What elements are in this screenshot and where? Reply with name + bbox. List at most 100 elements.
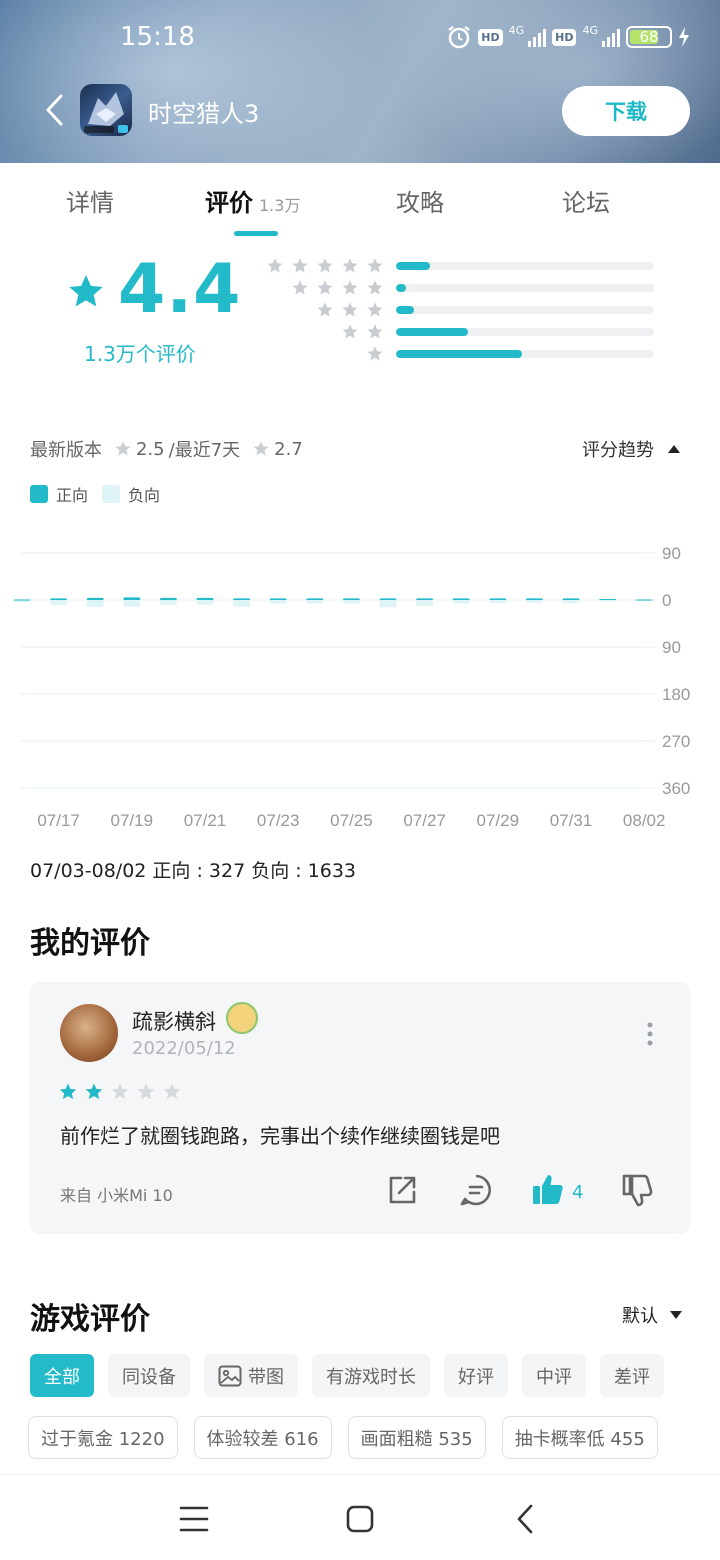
bar-negative: [86, 600, 104, 607]
filter-playtime[interactable]: 有游戏时长: [312, 1354, 430, 1397]
y-tick-label: 0: [662, 591, 671, 610]
bar-positive: [50, 598, 68, 600]
system-nav-bar: [0, 1474, 720, 1560]
legend-negative: 负向: [102, 482, 160, 506]
bar-negative: [306, 600, 324, 604]
latest-version-score: 2.5: [136, 438, 165, 460]
distribution-row-1: [260, 345, 660, 363]
star-icon: [292, 258, 308, 273]
legend-negative-label: 负向: [128, 486, 161, 505]
tag-item[interactable]: 抽卡概率低 455: [501, 1416, 658, 1459]
comment-icon[interactable]: [458, 1172, 494, 1208]
legend-positive-label: 正向: [56, 486, 89, 505]
distribution-stars: [291, 279, 384, 297]
star-filled-icon: [85, 1083, 103, 1100]
bar-positive: [562, 598, 580, 600]
bar-positive: [306, 598, 324, 600]
tag-item[interactable]: 体验较差 616: [193, 1416, 332, 1459]
image-icon: [218, 1365, 242, 1386]
battery-level: 68: [639, 28, 659, 46]
distribution-row-5: [260, 257, 660, 275]
trend-summary: 07/03-08/02 正向 : 327 负向 : 1633: [30, 860, 357, 882]
star-icon: [367, 302, 383, 317]
bar-negative: [233, 600, 251, 607]
filter-with-image[interactable]: 带图: [204, 1354, 298, 1397]
tag-item[interactable]: 画面粗糙 535: [347, 1416, 486, 1459]
distribution-stars: [266, 257, 384, 275]
filter-same-device[interactable]: 同设备: [108, 1354, 190, 1397]
reviewer-name[interactable]: 疏影横斜: [132, 1006, 216, 1036]
home-icon[interactable]: [340, 1499, 380, 1539]
review-filters: 全部 同设备 带图 有游戏时长 好评 中评 差评: [30, 1354, 664, 1397]
distribution-stars: [316, 301, 384, 319]
x-tick-label: 07/25: [330, 811, 373, 830]
star-icon: [342, 324, 358, 339]
hd-badge-2: HD: [552, 28, 577, 46]
legend-positive: 正向: [30, 482, 88, 506]
bar-positive: [196, 597, 214, 600]
tab-details[interactable]: 详情: [66, 183, 114, 218]
bar-negative: [342, 600, 360, 604]
game-reviews-title: 游戏评价: [30, 1302, 150, 1337]
distribution-bar: [396, 328, 654, 336]
app-icon[interactable]: [80, 84, 132, 136]
bar-positive: [416, 598, 434, 600]
tab-reviews-label: 评价: [205, 189, 253, 217]
x-tick-label: 07/23: [257, 811, 300, 830]
my-review-card: 疏影横斜 2022/05/12 前作烂了就圈钱跑路，完事出个续作继续圈钱是吧 来…: [30, 982, 690, 1234]
filter-positive[interactable]: 好评: [444, 1354, 508, 1397]
version-rating-line: 最新版本 2.5 /最近7天 2.7: [30, 436, 303, 462]
caret-down-icon: [670, 1311, 682, 1319]
sort-dropdown[interactable]: 默认: [622, 1302, 682, 1328]
bar-negative: [525, 600, 543, 603]
y-tick-label: 360: [662, 779, 690, 798]
back-arrow-icon[interactable]: [38, 92, 74, 128]
rating-trend-chart: 90 0 90 180 270 360 07/17 07/19 07/21 07/23 07/25 0…: [13, 544, 690, 830]
x-tick-label: 07/21: [184, 811, 227, 830]
thumbs-up-icon[interactable]: [530, 1172, 566, 1208]
avatar[interactable]: [60, 1004, 118, 1062]
tag-item[interactable]: 过于氪金 1220: [28, 1416, 178, 1459]
star-icon: [367, 324, 383, 339]
x-tick-label: 07/31: [550, 811, 593, 830]
bar-positive: [269, 598, 287, 600]
filter-neutral[interactable]: 中评: [522, 1354, 586, 1397]
rating-trend-toggle[interactable]: 评分趋势: [582, 436, 680, 462]
star-empty-icon: [137, 1083, 155, 1100]
bar-positive: [599, 598, 617, 600]
distribution-stars: [341, 323, 384, 341]
star-empty-icon: [163, 1083, 181, 1100]
share-icon[interactable]: [384, 1172, 420, 1208]
back-icon[interactable]: [506, 1499, 546, 1539]
bar-negative: [50, 600, 68, 606]
bar-positive: [379, 598, 397, 600]
bar-negative: [269, 600, 287, 604]
star-icon: [367, 258, 383, 273]
status-icons: HD 4G HD 4G 68: [446, 24, 690, 50]
tab-forum[interactable]: 论坛: [562, 183, 610, 218]
star-filled-icon: [59, 1083, 77, 1100]
menu-icon[interactable]: [174, 1499, 214, 1539]
star-icon: [367, 346, 383, 361]
download-button[interactable]: 下载: [562, 86, 690, 136]
x-tick-label: 07/27: [403, 811, 446, 830]
distribution-row-4: [260, 279, 660, 297]
y-tick-label: 270: [662, 732, 690, 751]
filter-negative[interactable]: 差评: [600, 1354, 664, 1397]
rating-count: 1.3万个评价: [84, 342, 196, 366]
star-icon: [342, 280, 358, 295]
bar-negative: [159, 600, 177, 606]
distribution-stars: [366, 345, 384, 363]
distribution-bar-fill: [396, 262, 430, 270]
thumbs-down-icon[interactable]: [620, 1172, 656, 1208]
distribution-row-3: [260, 301, 660, 319]
tab-guides[interactable]: 攻略: [396, 183, 444, 218]
more-options-icon[interactable]: [646, 1022, 654, 1046]
filter-all[interactable]: 全部: [30, 1354, 94, 1397]
x-tick-label: 08/02: [623, 811, 666, 830]
x-tick-label: 07/19: [111, 811, 154, 830]
network-type: 4G: [508, 24, 525, 37]
tab-reviews[interactable]: 评价 1.3万: [205, 183, 300, 218]
star-icon: [342, 302, 358, 317]
tab-indicator: [234, 231, 278, 236]
